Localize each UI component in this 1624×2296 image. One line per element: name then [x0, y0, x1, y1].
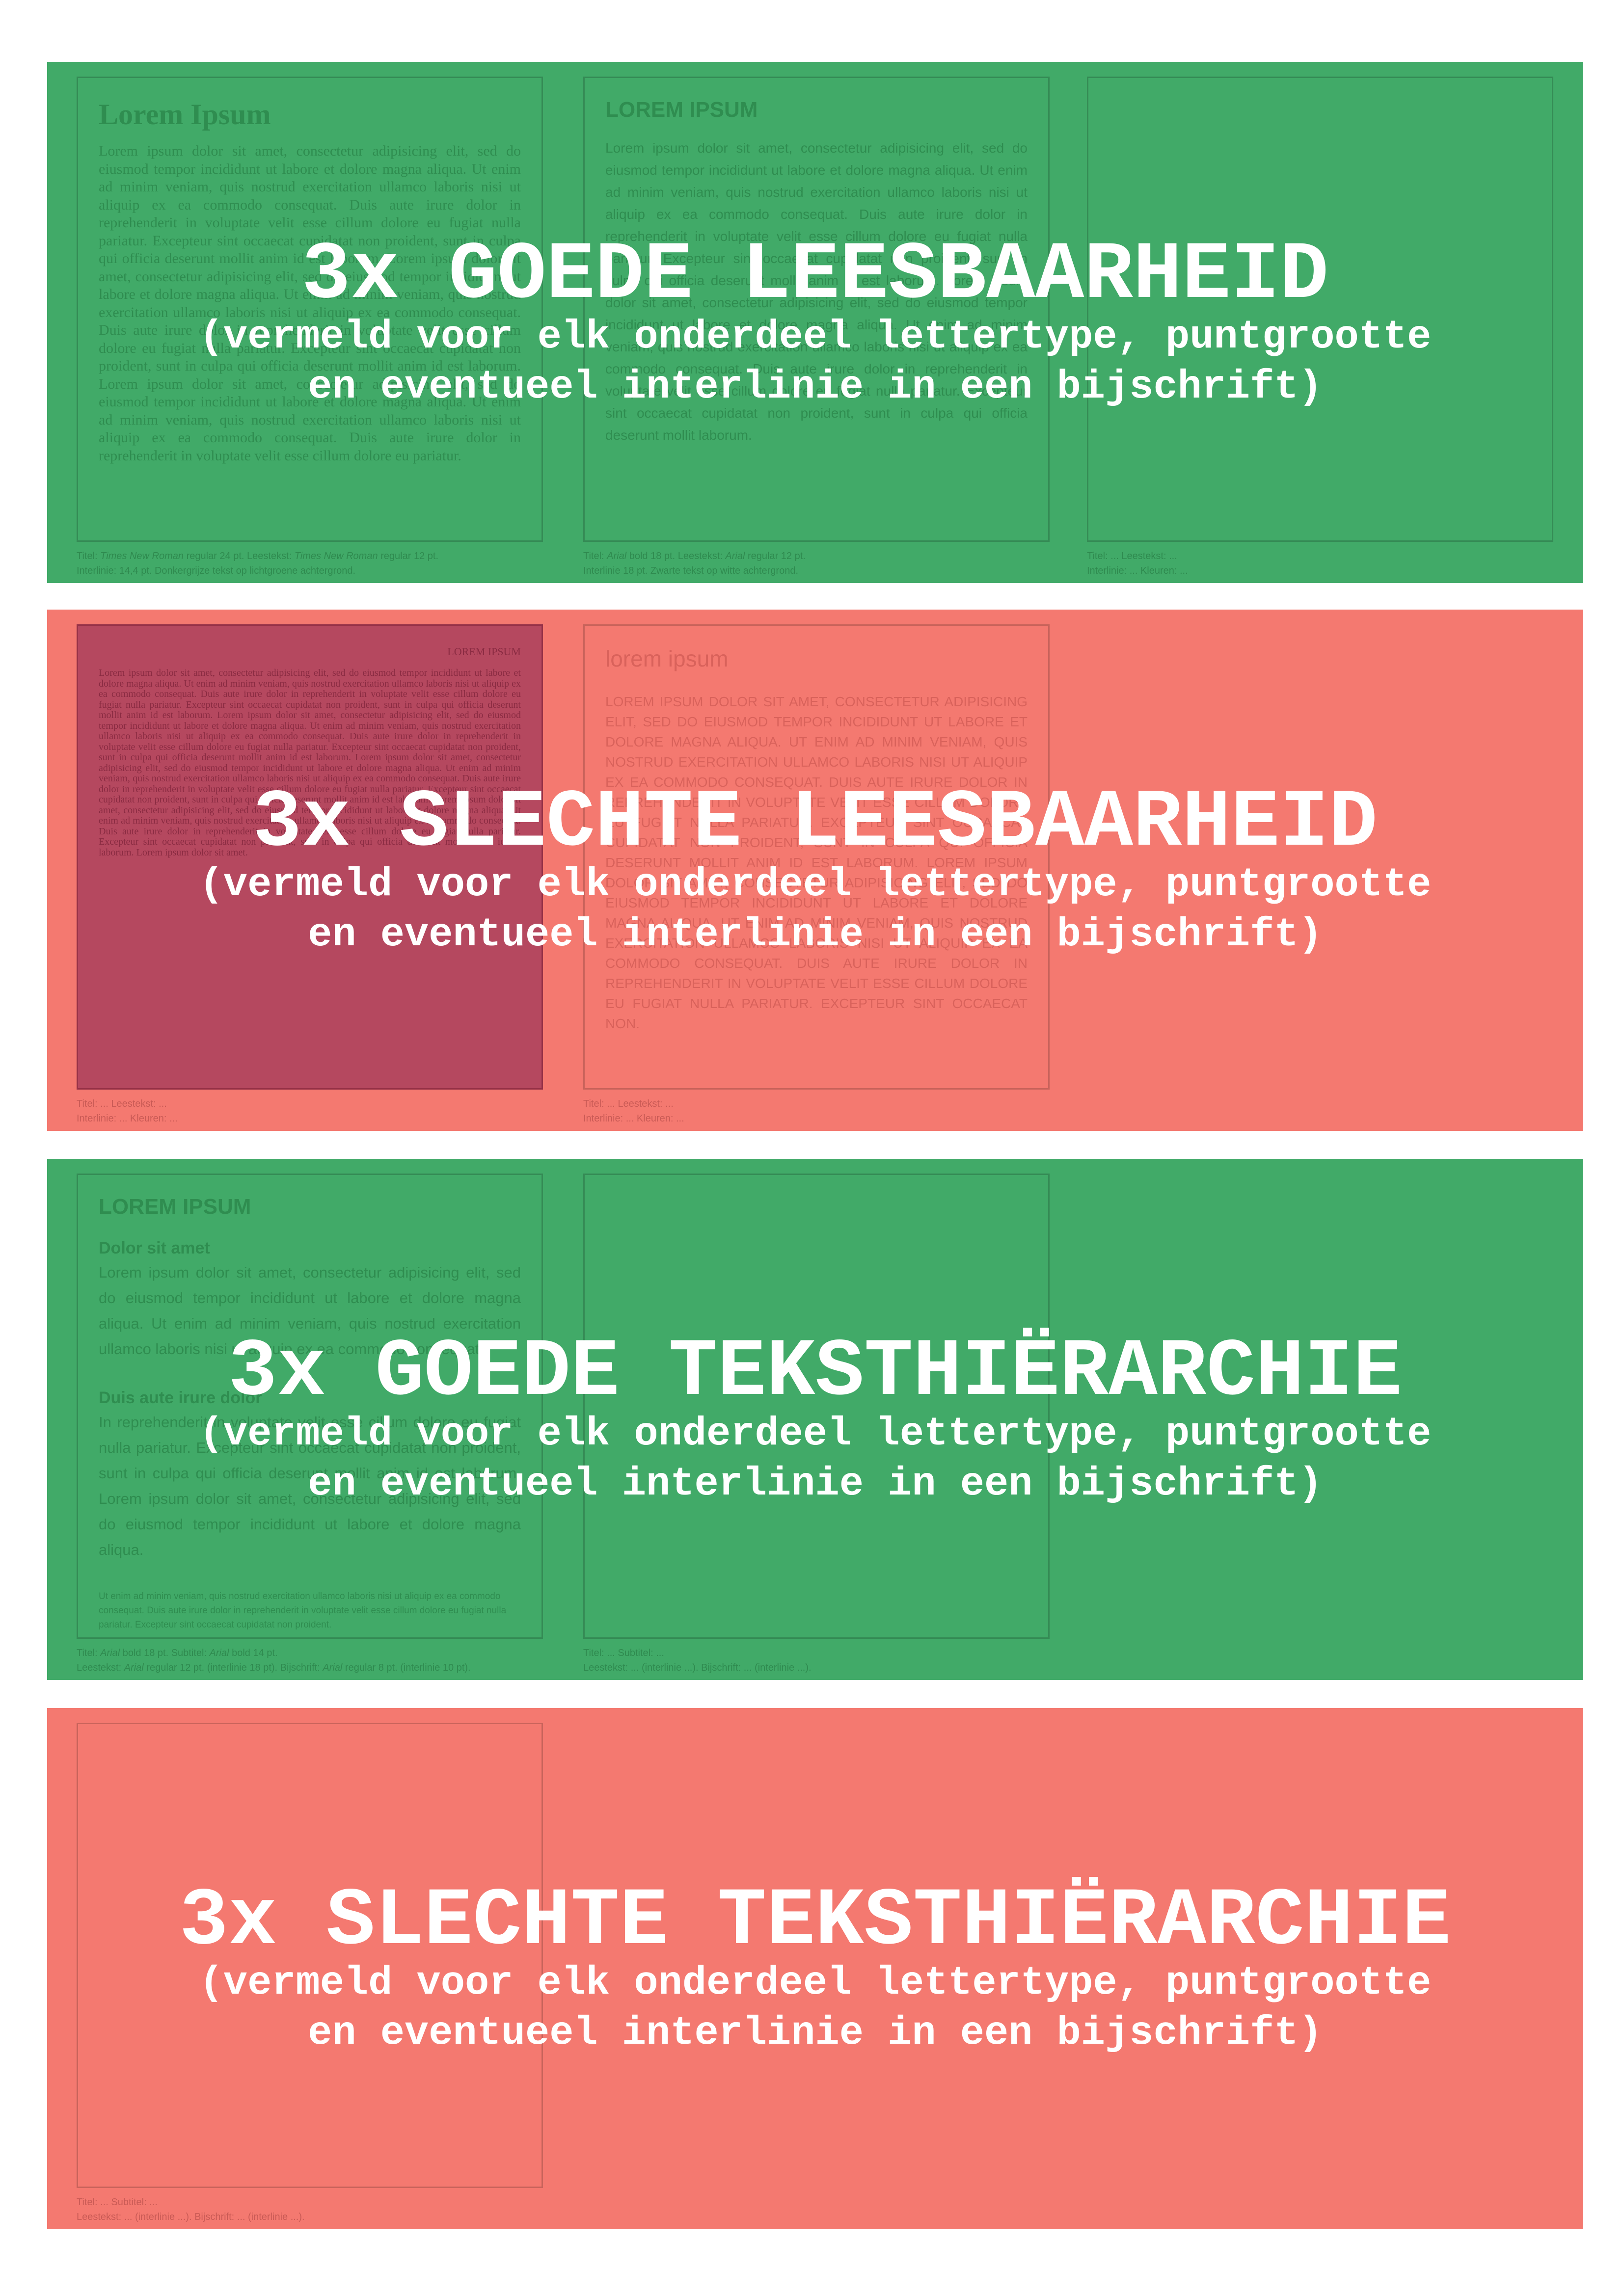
section-instruction: (vermeld voor elk onderdeel lettertype, … [199, 1960, 1432, 2056]
panel-caption: Titel: ... Leestekst: ... Interlinie: ...… [77, 1098, 178, 1124]
panel-caption: Titel: ... Leestekst: ... Interlinie: ..… [1087, 551, 1188, 576]
panel-caption: Titel: Arial bold 18 pt. Subtitel: Arial… [77, 1648, 471, 1673]
section-title: 3x SLECHTE LEESBAARHEID [252, 777, 1378, 869]
panel-title: LOREM IPSUM [605, 98, 758, 122]
panel-title: LOREM IPSUM [447, 645, 521, 658]
panel-small-caption: Ut enim ad minim veniam, quis nostrud ex… [99, 1591, 507, 1630]
panel-subtitle: Dolor sit amet [99, 1239, 210, 1257]
section-instruction: (vermeld voor elk onderdeel lettertype, … [199, 862, 1432, 958]
section-instruction: (vermeld voor elk onderdeel lettertype, … [199, 1411, 1432, 1507]
section-title: 3x GOEDE TEKSTHIËRARCHIE [228, 1326, 1402, 1418]
panel-caption: Titel: ... Subtitel: ... Leestekst: ... (… [583, 1648, 812, 1673]
panel-title: LOREM IPSUM [99, 1195, 251, 1219]
section-good-readability: Lorem Ipsum Lorem ipsum dolor sit amet, … [47, 62, 1583, 583]
panel-title: lorem ipsum [605, 646, 729, 671]
section-good-hierarchy: LOREM IPSUM Dolor sit amet Lorem ipsum d… [47, 1159, 1583, 1680]
panel-caption: Titel: Arial bold 18 pt. Leestekst: Aria… [583, 551, 806, 576]
section-bad-readability: LOREM IPSUM Lorem ipsum dolor sit amet, … [47, 610, 1583, 1131]
panel-caption: Titel: ... Subtitel: ... Leestekst: ... (… [77, 2197, 305, 2222]
section-instruction: (vermeld voor elk onderdeel lettertype, … [199, 314, 1432, 410]
section-bad-hierarchy: Titel: ... Subtitel: ... Leestekst: ... (… [47, 1708, 1583, 2229]
section-title: 3x GOEDE LEESBAARHEID [301, 229, 1329, 321]
panel-title: Lorem Ipsum [99, 98, 271, 131]
panel-caption: Titel: ... Leestekst: ... Interlinie: ...… [583, 1098, 684, 1124]
section-title: 3x SLECHTE TEKSTHIËRARCHIE [179, 1875, 1451, 1968]
panel-caption: Titel: Times New Roman regular 24 pt. Le… [77, 551, 439, 576]
